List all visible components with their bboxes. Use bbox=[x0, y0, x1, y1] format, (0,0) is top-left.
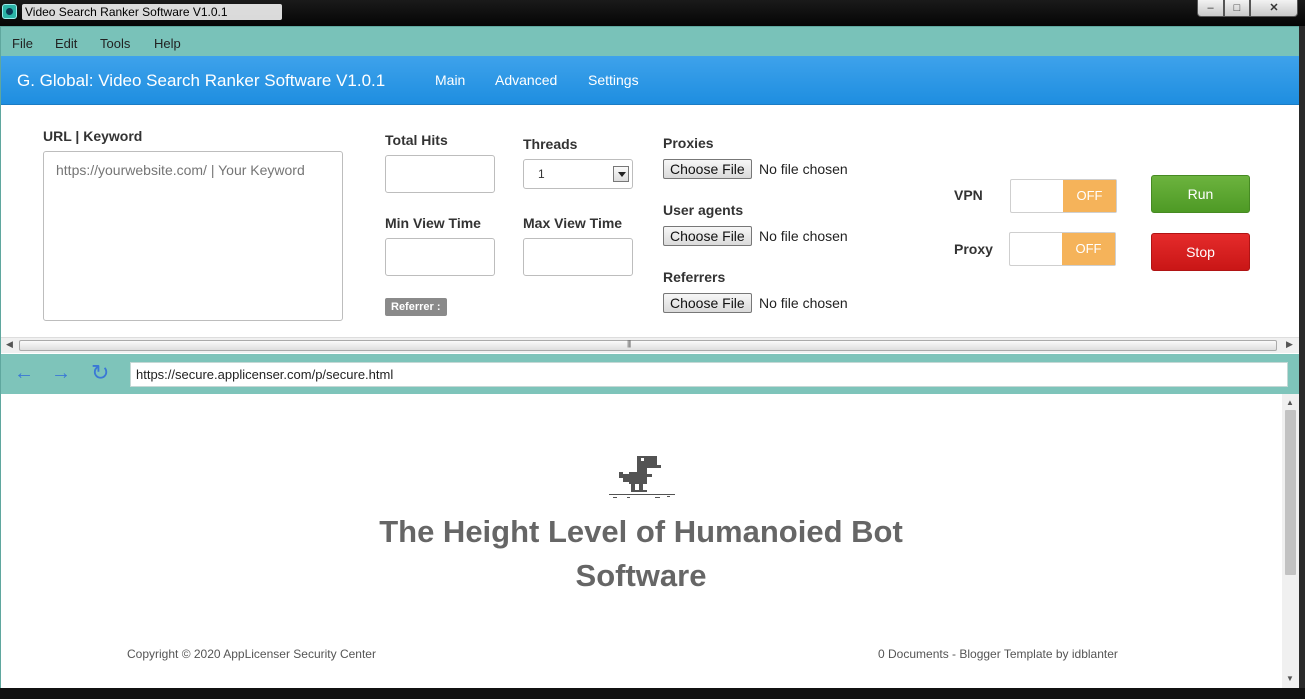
hero-headline: The Height Level of Humanoied Bot Softwa… bbox=[301, 510, 981, 598]
proxy-toggle-state: OFF bbox=[1062, 233, 1115, 265]
total-hits-input[interactable] bbox=[385, 155, 495, 193]
threads-select[interactable]: 1 bbox=[523, 159, 633, 189]
vpn-toggle-state: OFF bbox=[1063, 180, 1116, 212]
stop-button[interactable]: Stop bbox=[1151, 233, 1250, 271]
min-view-time-label: Min View Time bbox=[385, 215, 481, 231]
window-border-left bbox=[0, 26, 1, 688]
max-view-time-label: Max View Time bbox=[523, 215, 623, 231]
title-bar: Video Search Ranker Software V1.0.1 – □ … bbox=[0, 0, 1305, 26]
app-icon bbox=[2, 4, 17, 19]
vertical-scroll-thumb[interactable] bbox=[1285, 410, 1296, 575]
browser-toolbar: ← → ↻ https://secure.applicenser.com/p/s… bbox=[1, 354, 1299, 394]
user-agents-choose-file-button[interactable]: Choose File bbox=[663, 226, 752, 246]
web-content: The Height Level of Humanoied Bot Softwa… bbox=[1, 394, 1282, 688]
window-title: Video Search Ranker Software V1.0.1 bbox=[22, 4, 282, 20]
total-hits-label: Total Hits bbox=[385, 132, 448, 148]
horizontal-scrollbar[interactable]: ◀ ||| ▶ bbox=[1, 337, 1299, 353]
menu-bar: File Edit Tools Help bbox=[0, 26, 1305, 56]
footer-copyright: Copyright © 2020 AppLicenser Security Ce… bbox=[127, 647, 376, 661]
minimize-button[interactable]: – bbox=[1197, 0, 1224, 17]
vertical-scrollbar[interactable]: ▲ ▼ bbox=[1282, 394, 1299, 688]
main-form: URL | Keyword Total Hits Threads 1 Min V… bbox=[1, 105, 1299, 337]
chevron-down-icon[interactable] bbox=[613, 166, 629, 182]
menu-tools[interactable]: Tools bbox=[100, 36, 130, 51]
menu-file[interactable]: File bbox=[12, 36, 33, 51]
nav-main[interactable]: Main bbox=[435, 72, 465, 88]
scroll-down-icon[interactable]: ▼ bbox=[1286, 674, 1294, 683]
referrers-label: Referrers bbox=[663, 269, 726, 285]
threads-label: Threads bbox=[523, 136, 578, 152]
nav-advanced[interactable]: Advanced bbox=[495, 72, 557, 88]
footer-credits[interactable]: 0 Documents - Blogger Template by idblan… bbox=[878, 647, 1118, 661]
max-view-time-input[interactable] bbox=[523, 238, 633, 276]
close-button[interactable]: ✕ bbox=[1250, 0, 1298, 17]
proxies-file-status: No file chosen bbox=[759, 161, 848, 177]
scroll-up-icon[interactable]: ▲ bbox=[1286, 398, 1294, 407]
vpn-toggle[interactable]: OFF bbox=[1010, 179, 1117, 213]
app-window: Video Search Ranker Software V1.0.1 – □ … bbox=[0, 0, 1305, 699]
threads-value: 1 bbox=[538, 167, 545, 181]
grip-icon: ||| bbox=[627, 339, 631, 348]
referrer-badge: Referrer : bbox=[385, 298, 447, 316]
proxies-choose-file-button[interactable]: Choose File bbox=[663, 159, 752, 179]
referrers-file-status: No file chosen bbox=[759, 295, 848, 311]
headline-line-1: The Height Level of Humanoied Bot bbox=[379, 514, 903, 549]
scroll-left-icon[interactable]: ◀ bbox=[6, 339, 13, 350]
run-button[interactable]: Run bbox=[1151, 175, 1250, 213]
forward-arrow-icon[interactable]: → bbox=[51, 363, 71, 383]
url-keyword-input[interactable] bbox=[43, 151, 343, 321]
user-agents-label: User agents bbox=[663, 202, 744, 218]
app-header: G. Global: Video Search Ranker Software … bbox=[1, 56, 1299, 105]
horizontal-scroll-thumb[interactable] bbox=[19, 340, 1277, 351]
taskbar-edge bbox=[0, 688, 1305, 699]
proxies-label: Proxies bbox=[663, 135, 714, 151]
min-view-time-input[interactable] bbox=[385, 238, 495, 276]
back-arrow-icon[interactable]: ← bbox=[14, 363, 34, 383]
referrers-choose-file-button[interactable]: Choose File bbox=[663, 293, 752, 313]
maximize-button[interactable]: □ bbox=[1224, 0, 1250, 17]
headline-line-2: Software bbox=[575, 558, 707, 593]
scroll-right-icon[interactable]: ▶ bbox=[1286, 339, 1293, 350]
proxy-toggle[interactable]: OFF bbox=[1009, 232, 1116, 266]
dinosaur-icon bbox=[609, 456, 675, 498]
address-bar[interactable]: https://secure.applicenser.com/p/secure.… bbox=[130, 362, 1288, 387]
proxy-label: Proxy bbox=[954, 241, 993, 257]
menu-edit[interactable]: Edit bbox=[55, 36, 77, 51]
vpn-label: VPN bbox=[954, 187, 983, 203]
menu-help[interactable]: Help bbox=[154, 36, 181, 51]
refresh-icon[interactable]: ↻ bbox=[91, 362, 109, 384]
nav-settings[interactable]: Settings bbox=[588, 72, 639, 88]
url-keyword-label: URL | Keyword bbox=[43, 128, 143, 144]
brand-title: G. Global: Video Search Ranker Software … bbox=[17, 71, 386, 90]
user-agents-file-status: No file chosen bbox=[759, 228, 848, 244]
window-border-right bbox=[1299, 26, 1305, 699]
